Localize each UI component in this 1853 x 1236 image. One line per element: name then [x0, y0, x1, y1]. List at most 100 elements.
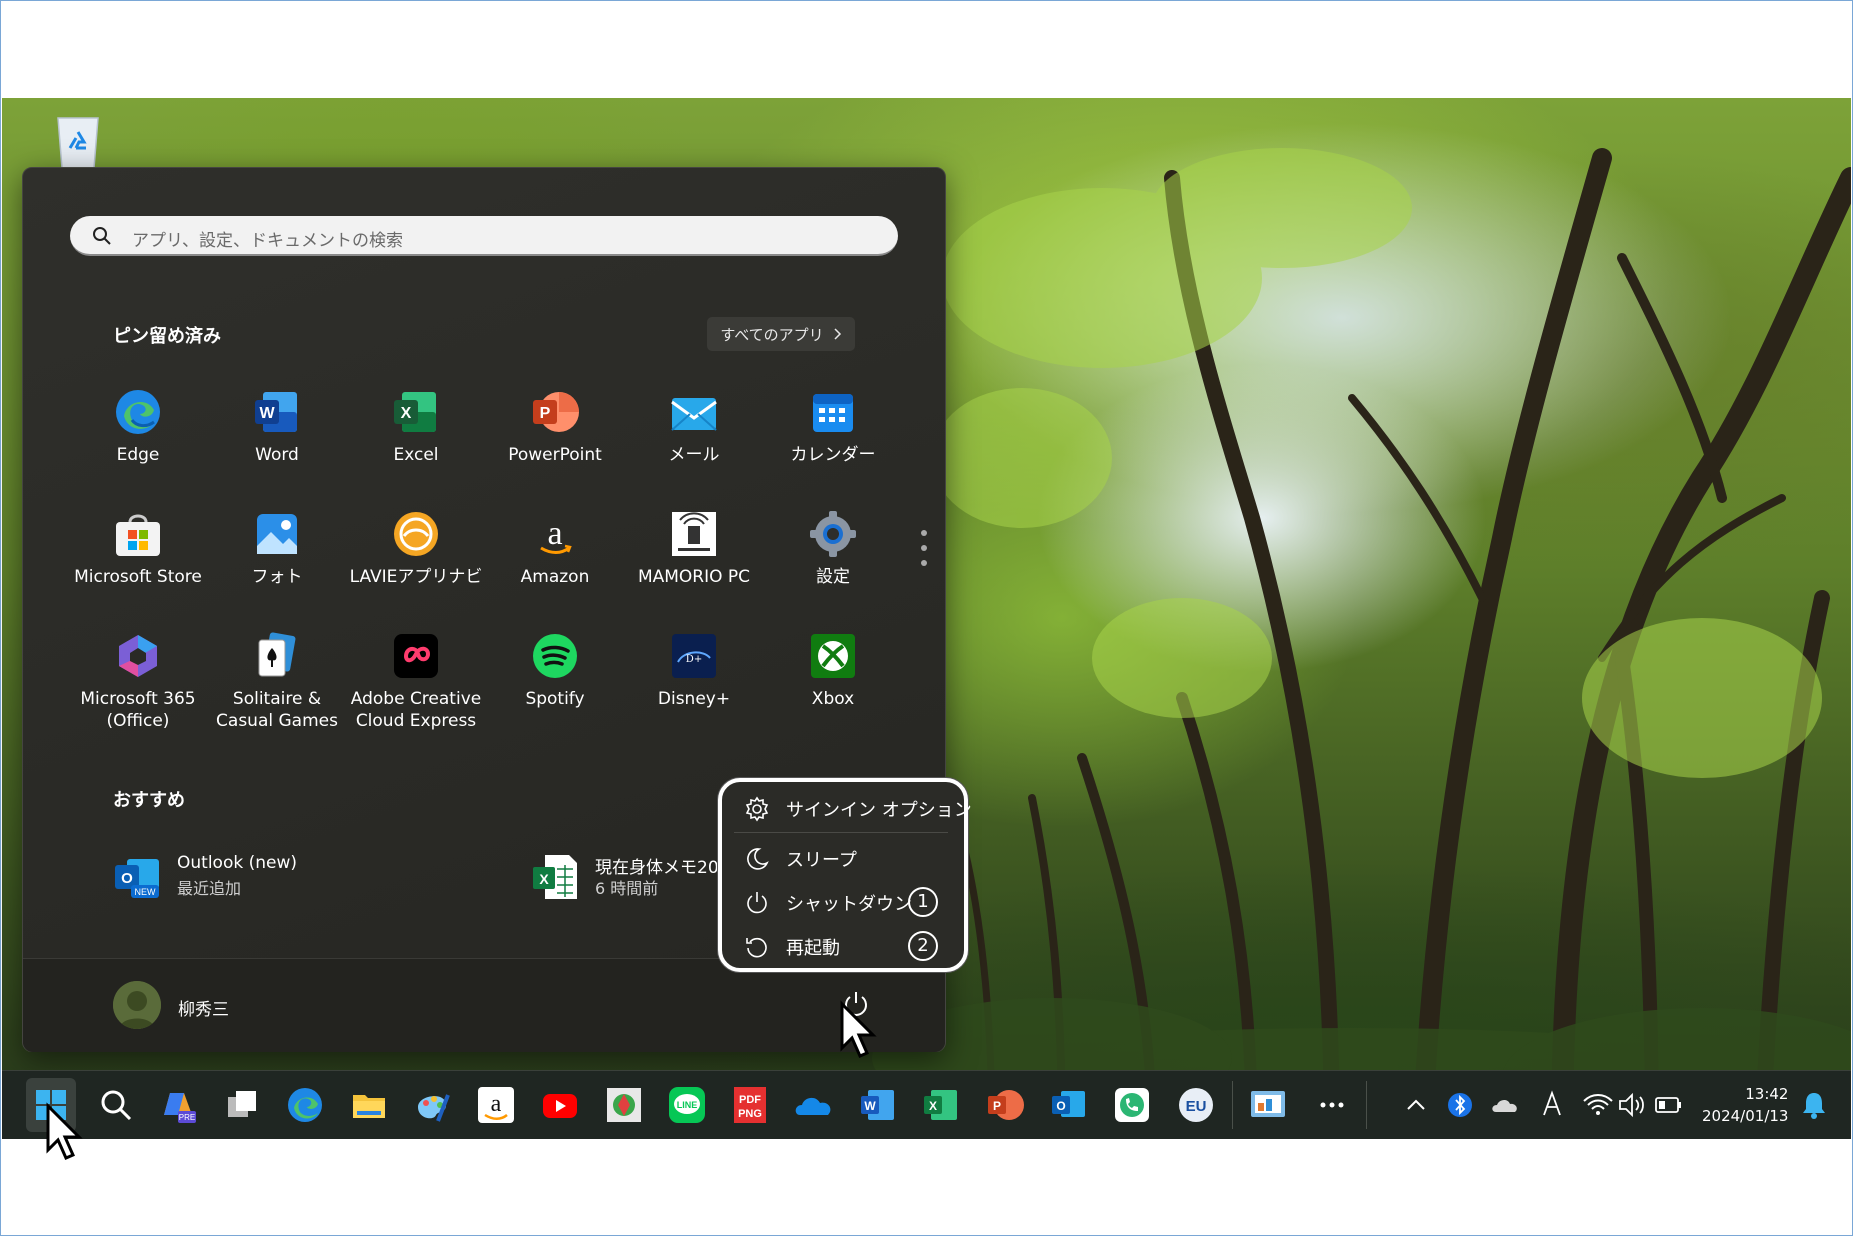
- pinned-app-amazon[interactable]: a Amazon: [486, 510, 624, 588]
- control-panel-icon[interactable]: [1248, 1085, 1288, 1125]
- mouse-cursor: [46, 1102, 83, 1160]
- all-apps-button[interactable]: すべてのアプリ: [707, 317, 855, 351]
- mamorio-icon: [670, 510, 718, 558]
- svg-text:a: a: [491, 1091, 502, 1117]
- pinned-app-disney-plus[interactable]: D+ Disney+: [625, 632, 763, 710]
- clock[interactable]: 13:42 2024/01/13: [1702, 1083, 1788, 1127]
- annotation-number-1: 1: [908, 887, 938, 917]
- svg-text:PRE: PRE: [179, 1113, 195, 1122]
- recycle-bin-icon[interactable]: [50, 110, 106, 170]
- disney-icon: D+: [670, 632, 718, 680]
- taskbar-separator: [1232, 1081, 1233, 1129]
- pinned-app-microsoft-store[interactable]: Microsoft Store: [69, 510, 207, 588]
- youtube-icon[interactable]: [540, 1085, 580, 1125]
- pinned-app-calendar[interactable]: カレンダー: [764, 388, 902, 466]
- svg-text:X: X: [539, 871, 549, 887]
- recommended-item-excel-file[interactable]: X 現在身体メモ2024 6 時間前: [531, 853, 741, 901]
- recommended-item-outlook[interactable]: O NEW Outlook (new) 最近追加: [113, 853, 413, 901]
- pinned-app-solitaire[interactable]: Solitaire & Casual Games: [208, 632, 346, 732]
- pinned-app-word[interactable]: W Word: [208, 388, 346, 466]
- task-view-icon[interactable]: [222, 1085, 262, 1125]
- bluetooth-icon[interactable]: [1440, 1085, 1480, 1125]
- pdf-png-icon[interactable]: PDF PNG: [730, 1085, 770, 1125]
- svg-text:W: W: [259, 405, 275, 422]
- excel-icon: X: [392, 388, 440, 436]
- powerpoint-icon[interactable]: P: [985, 1085, 1025, 1125]
- excel-icon[interactable]: X: [921, 1085, 961, 1125]
- phone-icon[interactable]: [1112, 1085, 1152, 1125]
- pinned-app-edge[interactable]: Edge: [69, 388, 207, 466]
- pinned-app-photos[interactable]: フォト: [208, 510, 346, 588]
- svg-text:O: O: [121, 870, 133, 887]
- search-placeholder: アプリ、設定、ドキュメントの検索: [132, 231, 403, 251]
- avatar[interactable]: [113, 981, 161, 1029]
- pinned-app-microsoft-365[interactable]: Microsoft 365 (Office): [69, 632, 207, 732]
- pinned-app-mail[interactable]: メール: [625, 388, 763, 466]
- lavie-icon: [392, 510, 440, 558]
- sleep-item[interactable]: スリープ: [744, 844, 857, 874]
- start-menu-footer: 柳秀三: [23, 958, 945, 1052]
- restart-item[interactable]: 再起動: [744, 932, 840, 962]
- eu-icon[interactable]: EU: [1176, 1085, 1216, 1125]
- svg-text:X: X: [929, 1099, 937, 1113]
- amazon-icon: a: [531, 510, 579, 558]
- search-icon[interactable]: [96, 1085, 136, 1125]
- onedrive-icon[interactable]: [794, 1085, 834, 1125]
- notification-bell-icon[interactable]: [1794, 1085, 1834, 1125]
- svg-text:PDF: PDF: [739, 1094, 761, 1106]
- shutdown-item[interactable]: シャットダウン: [744, 888, 912, 918]
- word-icon[interactable]: W: [858, 1085, 898, 1125]
- outlook-icon[interactable]: O: [1049, 1085, 1089, 1125]
- svg-text:P: P: [993, 1099, 1001, 1113]
- outlook-new-icon: O NEW: [113, 853, 161, 901]
- start-search-box[interactable]: アプリ、設定、ドキュメントの検索: [70, 216, 898, 256]
- paint-icon[interactable]: [412, 1085, 452, 1125]
- all-apps-label: すべてのアプリ: [720, 325, 824, 344]
- ime-mode-icon[interactable]: [1532, 1085, 1572, 1125]
- chevron-up-icon[interactable]: [1396, 1085, 1436, 1125]
- pinned-app-settings[interactable]: 設定: [764, 510, 902, 588]
- svg-text:P: P: [540, 405, 551, 422]
- edge-icon[interactable]: [285, 1085, 325, 1125]
- more-icon[interactable]: [1312, 1085, 1352, 1125]
- photo-app-icon[interactable]: [604, 1085, 644, 1125]
- pinned-app-adobe-express[interactable]: Adobe Creative Cloud Express: [347, 632, 485, 732]
- user-name: 柳秀三: [178, 1000, 229, 1020]
- copilot-icon[interactable]: PRE: [158, 1085, 198, 1125]
- mail-icon: [670, 388, 718, 436]
- pinned-app-mamorio[interactable]: MAMORIO PC: [625, 510, 763, 588]
- clock-date: 2024/01/13: [1702, 1107, 1789, 1125]
- amazon-icon[interactable]: a: [476, 1085, 516, 1125]
- pinned-app-xbox[interactable]: Xbox: [764, 632, 902, 710]
- search-icon: [93, 227, 111, 245]
- excel-file-icon: X: [531, 853, 579, 901]
- restart-icon: [746, 937, 767, 958]
- powerpoint-icon: P: [531, 388, 579, 436]
- line-icon[interactable]: LINE: [667, 1085, 707, 1125]
- svg-text:EU: EU: [1186, 1098, 1207, 1115]
- xbox-icon: [809, 632, 857, 680]
- pinned-app-lavie[interactable]: LAVIEアプリナビ: [347, 510, 485, 588]
- svg-text:a: a: [547, 515, 562, 552]
- taskbar-separator: [1366, 1081, 1367, 1129]
- svg-text:LINE: LINE: [677, 1100, 698, 1110]
- volume-icon[interactable]: [1612, 1085, 1652, 1125]
- solitaire-icon: [253, 632, 301, 680]
- battery-icon[interactable]: [1648, 1085, 1688, 1125]
- power-icon: [747, 892, 767, 914]
- taskbar: PRE a LINE PDF PNG W X P O EU 13:42 2024/…: [2, 1070, 1851, 1139]
- sign-in-options-item[interactable]: サインイン オプション: [744, 794, 972, 824]
- file-explorer-icon[interactable]: [349, 1085, 389, 1125]
- pinned-app-excel[interactable]: X Excel: [347, 388, 485, 466]
- spotify-icon: [531, 632, 579, 680]
- pinned-title: ピン留め済み: [113, 326, 221, 347]
- svg-text:O: O: [1056, 1099, 1065, 1113]
- onedrive-tray-icon[interactable]: [1486, 1085, 1526, 1125]
- page-indicator[interactable]: [921, 530, 927, 575]
- menu-divider: [734, 832, 948, 833]
- svg-text:NEW: NEW: [135, 887, 157, 897]
- pinned-app-spotify[interactable]: Spotify: [486, 632, 624, 710]
- svg-text:D+: D+: [686, 654, 702, 665]
- chevron-right-icon: [834, 328, 841, 340]
- pinned-app-powerpoint[interactable]: P PowerPoint: [486, 388, 624, 466]
